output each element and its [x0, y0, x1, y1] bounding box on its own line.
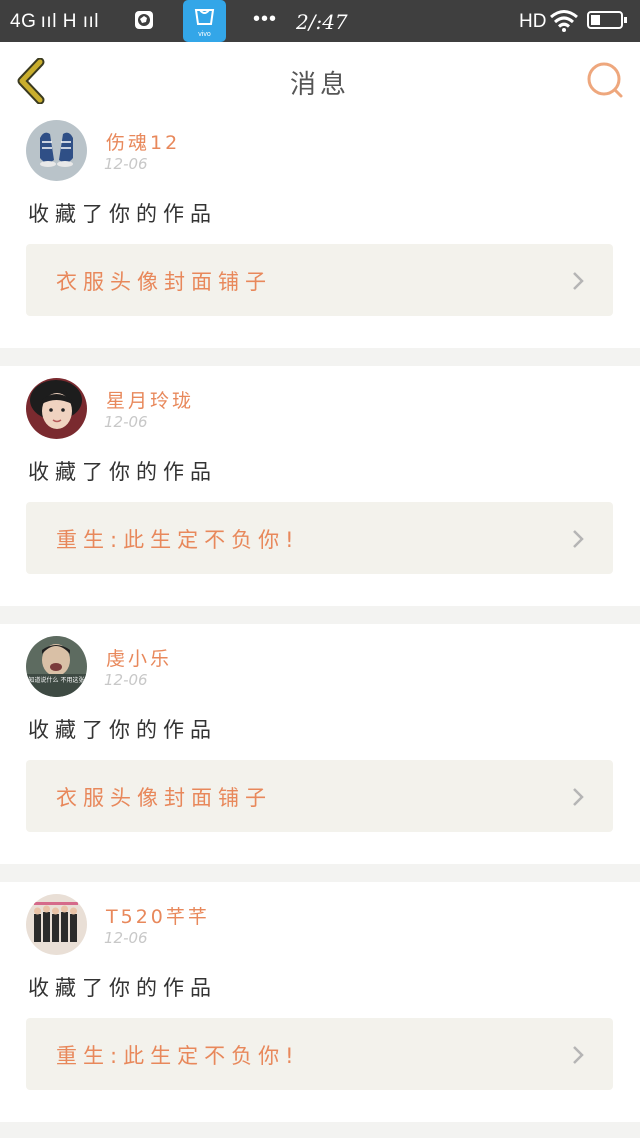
network-type: HD: [519, 11, 547, 32]
chevron-right-icon: [573, 530, 584, 548]
username[interactable]: 星月玲珑: [106, 386, 194, 413]
chevron-right-icon: [573, 788, 584, 806]
work-link[interactable]: 重生:此生定不负你!: [26, 502, 613, 574]
search-icon[interactable]: [585, 60, 625, 100]
message-date: 12-06: [104, 155, 148, 173]
status-bar: 4G ııl H ııl vivo ••• 2/:47 HD: [0, 0, 640, 42]
work-title: 衣服头像封面铺子: [56, 270, 272, 294]
action-text: 收藏了你的作品: [28, 460, 217, 484]
chevron-right-icon: [573, 272, 584, 290]
username[interactable]: 虔小乐: [106, 644, 172, 671]
user-avatar[interactable]: [26, 894, 87, 955]
more-notifications-icon: •••: [253, 8, 278, 30]
wifi-icon: [550, 10, 578, 32]
action-text: 收藏了你的作品: [28, 718, 217, 742]
battery-icon: [587, 11, 627, 29]
user-avatar[interactable]: [26, 378, 87, 439]
avatar-caption: 不知道说什么 不用这张图: [26, 676, 87, 684]
clock: 2/:47: [296, 10, 348, 34]
action-text: 收藏了你的作品: [28, 202, 217, 226]
girl-avatar-image: [26, 378, 87, 439]
work-title: 重生:此生定不负你!: [56, 1044, 300, 1068]
work-link[interactable]: 衣服头像封面铺子: [26, 760, 613, 832]
action-text: 收藏了你的作品: [28, 976, 217, 1000]
app-store-label: vivo: [198, 31, 211, 38]
signal-indicator: 4G ııl H ııl: [10, 11, 99, 32]
work-link[interactable]: 衣服头像封面铺子: [26, 244, 613, 316]
user-avatar[interactable]: [26, 120, 87, 181]
message-card: 伤魂12 12-06 收藏了你的作品 衣服头像封面铺子: [0, 108, 640, 348]
message-card: T520芊芊 12-06 收藏了你的作品 重生:此生定不负你!: [0, 882, 640, 1122]
message-date: 12-06: [104, 413, 148, 431]
chevron-right-icon: [573, 1046, 584, 1064]
message-date: 12-06: [104, 929, 148, 947]
username[interactable]: 伤魂12: [106, 128, 180, 155]
work-title: 衣服头像封面铺子: [56, 786, 272, 810]
app-store-notification-icon: vivo: [183, 0, 226, 42]
message-date: 12-06: [104, 671, 148, 689]
message-card: 不知道说什么 不用这张图 虔小乐 12-06 收藏了你的作品 衣服头像封面铺子: [0, 624, 640, 864]
work-title: 重生:此生定不负你!: [56, 528, 300, 552]
page-title: 消息: [289, 70, 350, 100]
work-link[interactable]: 重生:此生定不负你!: [26, 1018, 613, 1090]
group-avatar-image: [26, 894, 87, 955]
username[interactable]: T520芊芊: [106, 902, 210, 929]
browser-notification-icon: [135, 11, 153, 29]
message-card: 星月玲珑 12-06 收藏了你的作品 重生:此生定不负你!: [0, 366, 640, 606]
meme-avatar-image: 不知道说什么 不用这张图: [26, 636, 87, 697]
user-avatar[interactable]: 不知道说什么 不用这张图: [26, 636, 87, 697]
shoes-avatar-image: [26, 120, 87, 181]
